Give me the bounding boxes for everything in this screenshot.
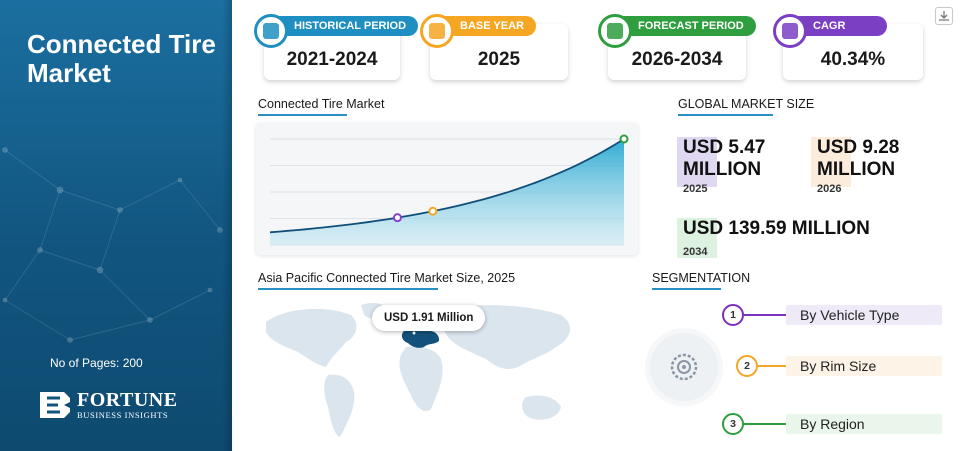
stat-value: 2025 xyxy=(477,49,521,70)
segment-label: By Rim Size xyxy=(786,356,942,376)
stat-base-year: BASE YEAR 2025 xyxy=(420,14,568,82)
asia-callout: USD 1.91 Million xyxy=(372,305,486,331)
network-pattern xyxy=(2,147,223,343)
stat-value: 2021-2024 xyxy=(286,49,378,70)
left-panel: Connected Tire Market No of Pages: 200 F… xyxy=(0,0,232,451)
segment-number: 2 xyxy=(736,355,758,377)
market-amount: USD 139.59 MILLION xyxy=(683,218,870,239)
segment-rim-size[interactable]: By Rim Size 2 xyxy=(736,355,944,377)
segment-region[interactable]: By Region 3 xyxy=(722,413,944,435)
chart-marker-2025 xyxy=(392,213,402,223)
market-size-2025: USD 5.47 MILLION 2025 xyxy=(677,137,803,195)
chart-heading: Connected Tire Market xyxy=(258,97,385,116)
market-size-2026: USD 9.28 MILLION 2026 xyxy=(811,137,937,195)
download-arrow-icon xyxy=(939,11,949,21)
stat-value: 40.34% xyxy=(820,49,886,70)
segment-number: 1 xyxy=(722,304,744,326)
chart-marker-2034 xyxy=(619,134,629,144)
global-heading: GLOBAL MARKET SIZE xyxy=(678,97,815,116)
growth-icon xyxy=(773,14,807,48)
tire-hub-icon xyxy=(670,353,698,381)
stat-historical-period: HISTORICAL PERIOD 2021-2024 xyxy=(254,14,419,82)
page-title: Connected Tire Market xyxy=(27,29,216,88)
stat-cagr: CAGR 40.34% xyxy=(773,14,923,82)
segment-label: By Vehicle Type xyxy=(786,305,942,325)
market-year: 2025 xyxy=(683,183,708,195)
market-year: 2026 xyxy=(817,183,842,195)
chart-marker-2026 xyxy=(428,206,438,216)
segment-label: By Region xyxy=(786,414,942,434)
market-amount: USD 9.28 MILLION xyxy=(817,137,900,180)
logo-mark-icon xyxy=(40,392,70,418)
stat-value: 2026-2034 xyxy=(631,49,723,70)
logo-bottom-text: BUSINESS INSIGHTS xyxy=(77,410,169,420)
logo-top-text: FORTUNE xyxy=(77,389,178,411)
market-year: 2034 xyxy=(683,246,708,258)
download-icon[interactable] xyxy=(935,7,953,25)
forecast-icon xyxy=(598,14,632,48)
panel-shade xyxy=(222,0,232,451)
tire-icon xyxy=(650,333,718,401)
segment-number: 3 xyxy=(722,413,744,435)
market-size-2034: USD 139.59 MILLION 2034 xyxy=(677,218,923,258)
calendar-icon xyxy=(420,14,454,48)
stat-label: FORECAST PERIOD xyxy=(614,16,756,36)
stat-forecast-period: FORECAST PERIOD 2026-2034 xyxy=(598,14,756,82)
segment-vehicle-type[interactable]: By Vehicle Type 1 xyxy=(722,304,944,326)
pages-count: No of Pages: 200 xyxy=(50,356,143,370)
segmentation-heading: SEGMENTATION xyxy=(652,271,751,290)
growth-chart xyxy=(269,134,629,246)
fortune-logo: FORTUNE BUSINESS INSIGHTS xyxy=(38,390,178,420)
chart-icon xyxy=(254,14,288,48)
stat-label: HISTORICAL PERIOD xyxy=(270,16,419,36)
asia-heading: Asia Pacific Connected Tire Market Size,… xyxy=(258,271,516,290)
chart-container xyxy=(256,123,638,255)
market-amount: USD 5.47 MILLION xyxy=(683,137,766,180)
